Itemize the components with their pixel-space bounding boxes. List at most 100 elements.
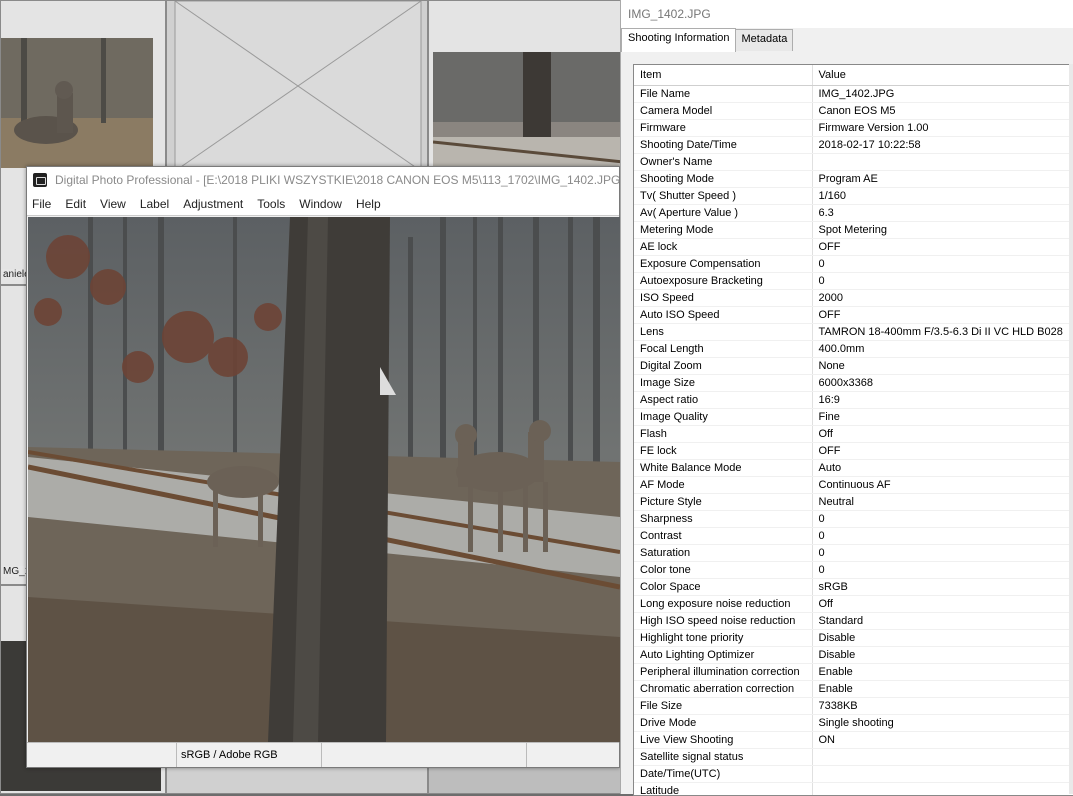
dpp-main-window[interactable]: Digital Photo Professional - [E:\2018 PL… — [26, 166, 620, 768]
table-row[interactable]: Digital ZoomNone — [634, 358, 1073, 375]
image-preview[interactable] — [28, 217, 620, 742]
table-row[interactable]: FE lockOFF — [634, 443, 1073, 460]
row-value: Standard — [812, 613, 1073, 630]
menu-adjustment[interactable]: Adjustment — [183, 197, 243, 211]
table-row[interactable]: Peripheral illumination correctionEnable — [634, 664, 1073, 681]
row-value: 7338KB — [812, 698, 1073, 715]
table-row[interactable]: Autoexposure Bracketing0 — [634, 273, 1073, 290]
row-value: Single shooting — [812, 715, 1073, 732]
table-row[interactable]: Color SpacesRGB — [634, 579, 1073, 596]
row-value: 400.0mm — [812, 341, 1073, 358]
table-row[interactable]: Color tone0 — [634, 562, 1073, 579]
table-row[interactable]: Image Size6000x3368 — [634, 375, 1073, 392]
table-row[interactable]: Chromatic aberration correctionEnable — [634, 681, 1073, 698]
table-row[interactable]: Shooting Date/Time2018-02-17 10:22:58 — [634, 137, 1073, 154]
table-row[interactable]: Camera ModelCanon EOS M5 — [634, 103, 1073, 120]
status-color-space: sRGB / Adobe RGB — [177, 743, 322, 767]
menu-window[interactable]: Window — [299, 197, 342, 211]
tab-shooting-information[interactable]: Shooting Information — [621, 28, 736, 52]
table-row[interactable]: ISO Speed2000 — [634, 290, 1073, 307]
row-item: ISO Speed — [634, 290, 812, 307]
row-value: Disable — [812, 630, 1073, 647]
table-row[interactable]: Exposure Compensation0 — [634, 256, 1073, 273]
row-item: File Name — [634, 86, 812, 103]
forest-thumbnail-photo — [433, 52, 622, 167]
row-item: Shooting Date/Time — [634, 137, 812, 154]
table-row[interactable]: AE lockOFF — [634, 239, 1073, 256]
table-row[interactable]: Owner's Name — [634, 154, 1073, 171]
window-title-bar[interactable]: Digital Photo Professional - [E:\2018 PL… — [27, 167, 619, 193]
table-row[interactable]: Aspect ratio16:9 — [634, 392, 1073, 409]
table-row[interactable]: Picture StyleNeutral — [634, 494, 1073, 511]
table-row[interactable]: Saturation0 — [634, 545, 1073, 562]
table-row[interactable]: Tv( Shutter Speed )1/160 — [634, 188, 1073, 205]
row-value: 6.3 — [812, 205, 1073, 222]
menu-view[interactable]: View — [100, 197, 126, 211]
row-item: White Balance Mode — [634, 460, 812, 477]
table-row[interactable]: White Balance ModeAuto — [634, 460, 1073, 477]
table-row[interactable]: Shooting ModeProgram AE — [634, 171, 1073, 188]
window-title: Digital Photo Professional - [E:\2018 PL… — [55, 173, 619, 187]
row-value: IMG_1402.JPG — [812, 86, 1073, 103]
row-item: Satellite signal status — [634, 749, 812, 766]
row-item: Aspect ratio — [634, 392, 812, 409]
row-item: Av( Aperture Value ) — [634, 205, 812, 222]
row-item: Flash — [634, 426, 812, 443]
table-row[interactable]: Satellite signal status — [634, 749, 1073, 766]
column-header-item[interactable]: Item — [634, 65, 812, 86]
column-header-value[interactable]: Value — [812, 65, 1073, 86]
row-item: Long exposure noise reduction — [634, 596, 812, 613]
menu-help[interactable]: Help — [356, 197, 381, 211]
shooting-info-table[interactable]: Item Value File NameIMG_1402.JPGCamera M… — [633, 64, 1073, 796]
table-row[interactable]: High ISO speed noise reductionStandard — [634, 613, 1073, 630]
info-panel[interactable]: IMG_1402.JPG Shooting Information Metada… — [620, 0, 1073, 794]
table-row[interactable]: Long exposure noise reductionOff — [634, 596, 1073, 613]
row-item: Contrast — [634, 528, 812, 545]
row-item: Picture Style — [634, 494, 812, 511]
table-row[interactable]: Date/Time(UTC) — [634, 766, 1073, 783]
row-item: Live View Shooting — [634, 732, 812, 749]
table-row[interactable]: Sharpness0 — [634, 511, 1073, 528]
table-row[interactable]: AF ModeContinuous AF — [634, 477, 1073, 494]
menu-bar: File Edit View Label Adjustment Tools Wi… — [27, 193, 619, 216]
row-value: 6000x3368 — [812, 375, 1073, 392]
table-row[interactable]: Av( Aperture Value )6.3 — [634, 205, 1073, 222]
table-row[interactable]: Auto Lighting OptimizerDisable — [634, 647, 1073, 664]
table-row[interactable]: Contrast0 — [634, 528, 1073, 545]
thumbnail-cell[interactable] — [166, 766, 428, 794]
table-row[interactable]: Drive ModeSingle shooting — [634, 715, 1073, 732]
menu-edit[interactable]: Edit — [65, 197, 86, 211]
row-value: Auto — [812, 460, 1073, 477]
menu-label[interactable]: Label — [140, 197, 169, 211]
table-row[interactable]: File NameIMG_1402.JPG — [634, 86, 1073, 103]
thumbnail-cell[interactable] — [428, 766, 622, 794]
row-item: Shooting Mode — [634, 171, 812, 188]
table-row[interactable]: Image QualityFine — [634, 409, 1073, 426]
row-value: Enable — [812, 681, 1073, 698]
row-item: AF Mode — [634, 477, 812, 494]
row-value: Firmware Version 1.00 — [812, 120, 1073, 137]
row-value: 0 — [812, 528, 1073, 545]
row-value: 0 — [812, 273, 1073, 290]
table-row[interactable]: File Size7338KB — [634, 698, 1073, 715]
thumbnail-image — [1, 38, 153, 168]
row-item: File Size — [634, 698, 812, 715]
status-cell — [527, 743, 619, 767]
thumbnail-image — [433, 52, 622, 167]
menu-tools[interactable]: Tools — [257, 197, 285, 211]
table-row[interactable]: FlashOff — [634, 426, 1073, 443]
tab-metadata[interactable]: Metadata — [735, 29, 794, 51]
menu-file[interactable]: File — [32, 197, 51, 211]
table-row[interactable]: Highlight tone priorityDisable — [634, 630, 1073, 647]
table-row[interactable]: Focal Length400.0mm — [634, 341, 1073, 358]
row-value: None — [812, 358, 1073, 375]
table-row[interactable]: LensTAMRON 18-400mm F/3.5-6.3 Di II VC H… — [634, 324, 1073, 341]
vertical-scrollbar[interactable] — [1069, 64, 1073, 794]
table-row[interactable]: Auto ISO SpeedOFF — [634, 307, 1073, 324]
table-row[interactable]: FirmwareFirmware Version 1.00 — [634, 120, 1073, 137]
table-row[interactable]: Live View ShootingON — [634, 732, 1073, 749]
status-cell — [27, 743, 177, 767]
table-row[interactable]: Metering ModeSpot Metering — [634, 222, 1073, 239]
row-item: Sharpness — [634, 511, 812, 528]
row-item: FE lock — [634, 443, 812, 460]
